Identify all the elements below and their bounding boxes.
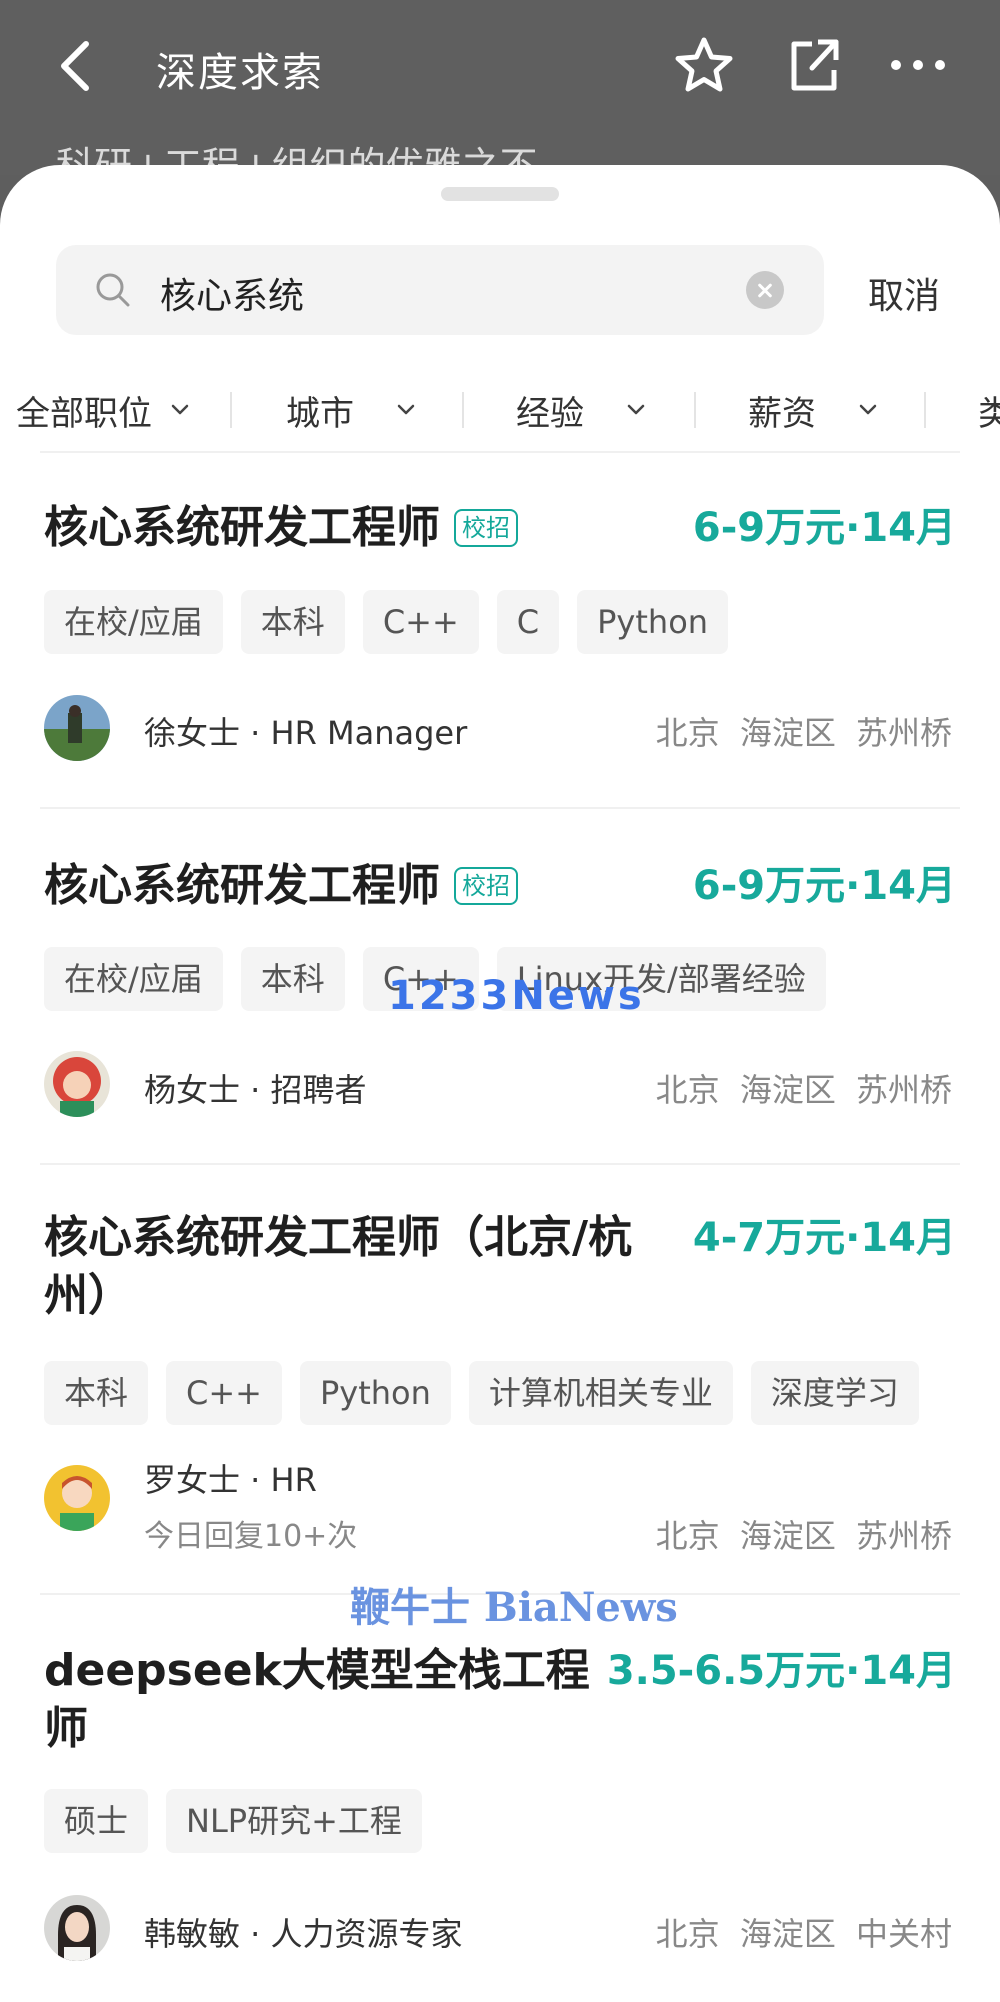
- campus-badge: 校招: [454, 509, 518, 547]
- tag: C++: [362, 590, 479, 654]
- tag: 在校/应届: [44, 947, 223, 1011]
- search-input[interactable]: 核心系统: [160, 267, 304, 319]
- campus-badge: 校招: [454, 867, 518, 905]
- recruiter-name: 罗女士 · HR: [144, 1461, 317, 1499]
- recruiter-name: 杨女士 · 招聘者: [144, 1071, 367, 1109]
- chevron-down-icon: [171, 404, 189, 415]
- job-title[interactable]: 核心系统研发工程师 校招: [44, 499, 518, 557]
- top-nav-bar: 深度求索 科研+工程+组织的优雅之不。: [0, 0, 1000, 188]
- page-title: 深度求索: [156, 50, 324, 96]
- cancel-button[interactable]: 取消: [868, 267, 940, 319]
- filter-bar: 全部职位 城市 经验 薪资 类: [0, 370, 1000, 450]
- tag: 计算机相关专业: [468, 1361, 733, 1425]
- filter-label: 类: [978, 393, 1000, 434]
- search-sheet: 核心系统 取消 全部职位 城市 经验 薪资 类 核心系统研发工程师校招 6-9万…: [0, 165, 1000, 2002]
- job-location: 北京 海淀区 苏州桥: [655, 1071, 952, 1109]
- tag: Python: [299, 1361, 451, 1425]
- tag: 硕士: [44, 1789, 149, 1853]
- filter-divider: [462, 392, 464, 428]
- share-icon[interactable]: [782, 34, 846, 98]
- watermark: 1233News: [388, 973, 645, 1019]
- salary: 3.5-6.5万元·14月: [606, 1648, 956, 1694]
- filter-city[interactable]: 城市: [286, 370, 418, 450]
- recruiter-name: 徐女士 · HR Manager: [144, 714, 468, 752]
- tag: C: [496, 590, 560, 654]
- reply-rate: 今日回复10+次: [144, 1519, 358, 1554]
- filter-category[interactable]: 类: [978, 370, 1000, 450]
- filter-all-positions[interactable]: 全部职位: [16, 370, 192, 450]
- filter-label: 薪资: [748, 393, 816, 434]
- tag: Python: [577, 590, 729, 654]
- tag: NLP研究+工程: [166, 1789, 422, 1853]
- filter-salary[interactable]: 薪资: [748, 370, 880, 450]
- card-divider: [40, 807, 960, 809]
- job-title-text: 核心系统研发工程师: [44, 502, 440, 553]
- filter-divider: [230, 392, 232, 428]
- filter-label: 经验: [516, 393, 584, 434]
- tag: 本科: [44, 1361, 149, 1425]
- filter-divider: [924, 392, 926, 428]
- filter-divider: [694, 392, 696, 428]
- recruiter-name: 韩敏敏 · 人力资源专家: [144, 1915, 463, 1953]
- avatar: [44, 695, 110, 761]
- job-title-text: 核心系统研发工程师: [44, 860, 440, 911]
- tag: 本科: [240, 947, 345, 1011]
- watermark: 鞭牛士 BiaNews: [350, 1584, 678, 1631]
- salary: 6-9万元·14月: [692, 505, 956, 551]
- tag: 在校/应届: [44, 590, 223, 654]
- avatar: [44, 1895, 110, 1961]
- filter-divider-line: [40, 451, 960, 453]
- tag-list: 本科 C++ Python 计算机相关专业 深度学习: [44, 1361, 919, 1425]
- chevron-down-icon: [627, 404, 645, 415]
- card-divider: [40, 1163, 960, 1165]
- tag-list: 硕士 NLP研究+工程: [44, 1789, 422, 1853]
- tag-list: 在校/应届 本科 C++ C Python: [44, 590, 729, 654]
- search-bar[interactable]: 核心系统: [56, 245, 824, 335]
- avatar: [44, 1051, 110, 1117]
- job-title[interactable]: 核心系统研发工程师 校招: [44, 857, 518, 915]
- search-icon: [96, 273, 130, 307]
- avatar: [44, 1465, 110, 1531]
- more-options-icon[interactable]: [886, 40, 950, 90]
- job-title[interactable]: 核心系统研发工程师（北京/杭州）: [44, 1209, 664, 1325]
- job-title[interactable]: deepseek大模型全栈工程师: [44, 1642, 604, 1758]
- filter-label: 城市: [286, 393, 354, 434]
- filter-experience[interactable]: 经验: [516, 370, 648, 450]
- filter-label: 全部职位: [16, 393, 152, 434]
- chevron-down-icon: [397, 404, 415, 415]
- job-location: 北京 海淀区 中关村: [655, 1915, 952, 1953]
- chevron-down-icon: [859, 404, 877, 415]
- salary: 6-9万元·14月: [692, 863, 956, 909]
- salary: 4-7万元·14月: [692, 1215, 956, 1261]
- tag: C++: [166, 1361, 282, 1425]
- sheet-drag-handle[interactable]: [441, 187, 559, 201]
- job-location: 北京 海淀区 苏州桥: [655, 714, 952, 752]
- job-location: 北京 海淀区 苏州桥: [655, 1517, 952, 1555]
- star-icon[interactable]: [672, 34, 736, 98]
- back-arrow-icon[interactable]: [52, 36, 102, 96]
- tag: 深度学习: [750, 1361, 919, 1425]
- tag: 本科: [240, 590, 345, 654]
- clear-search-icon[interactable]: [746, 271, 784, 309]
